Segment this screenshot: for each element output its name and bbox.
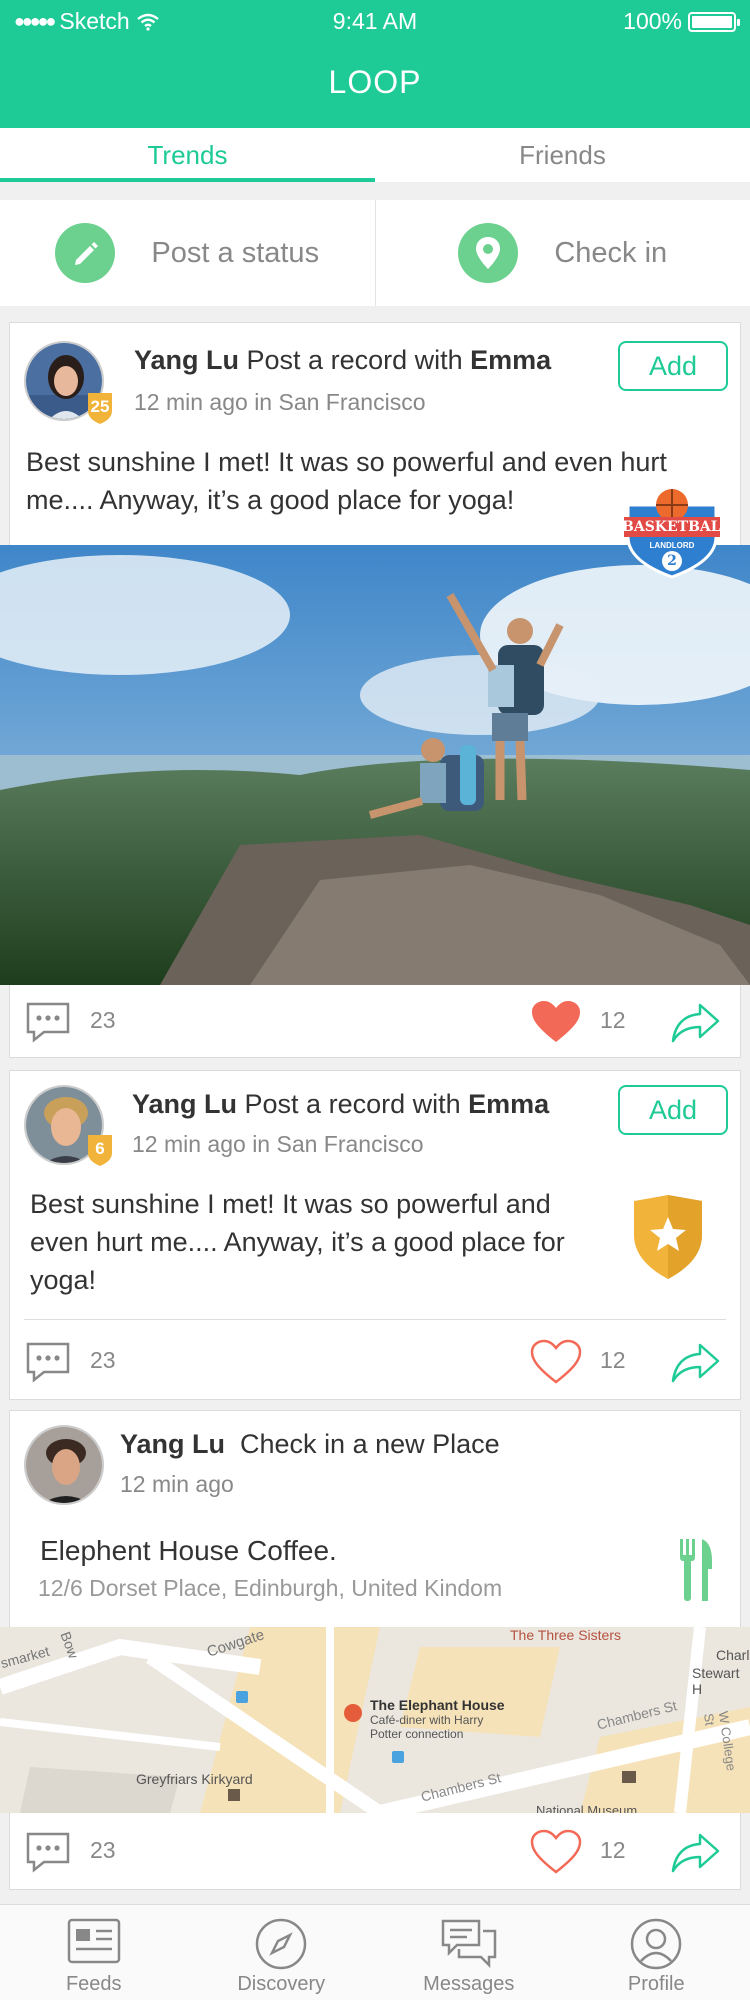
level-badge: 6 bbox=[84, 1133, 116, 1167]
like-count: 12 bbox=[600, 1837, 626, 1863]
battery-icon bbox=[688, 11, 740, 32]
post-footer: 23 12 bbox=[10, 1325, 740, 1399]
map-label: Greyfriars Kirkyard bbox=[136, 1771, 253, 1787]
post-text: Best sunshine I met! It was so powerful … bbox=[30, 1189, 565, 1295]
post-author: Yang Lu Check in a new Place bbox=[120, 1429, 500, 1459]
action-bar: Post a status Check in bbox=[0, 200, 750, 306]
place-address: 12/6 Dorset Place, Edinburgh, United Kin… bbox=[38, 1575, 503, 1601]
app-title: LOOP bbox=[328, 64, 422, 100]
comment-count: 23 bbox=[90, 1007, 116, 1033]
map-label: Potter connection bbox=[370, 1727, 464, 1741]
comment-count: 23 bbox=[90, 1347, 116, 1373]
feeds-icon bbox=[0, 1917, 188, 1973]
status-bar: ●●●●● Sketch 9:41 AM 100% bbox=[0, 8, 750, 38]
bottom-tab-bar: Feeds Discovery Messages Profile bbox=[0, 1904, 750, 2000]
post-photo[interactable] bbox=[0, 545, 750, 985]
tab-messages[interactable]: Messages bbox=[375, 1905, 563, 2000]
post-footer: 23 12 bbox=[10, 985, 740, 1059]
avatar[interactable] bbox=[24, 1425, 104, 1505]
pencil-icon bbox=[55, 223, 116, 283]
heart-icon[interactable] bbox=[530, 1339, 582, 1390]
post-meta: 12 min ago bbox=[120, 1471, 234, 1497]
compass-icon bbox=[188, 1917, 376, 1973]
post-footer: 23 12 bbox=[10, 1815, 740, 1889]
tab-trends[interactable]: Trends bbox=[0, 128, 375, 182]
tab-discovery[interactable]: Discovery bbox=[188, 1905, 376, 2000]
map[interactable]: Cowgate Bow smarket The Three Sisters Ch… bbox=[0, 1627, 750, 1813]
profile-icon bbox=[563, 1917, 750, 1973]
checkin-card: Yang Lu Check in a new Place 12 min ago … bbox=[0, 1410, 750, 1890]
basketball-badge: BASKETBALL LANDLORD 2 bbox=[622, 485, 730, 579]
top-tabs: Trends Friends bbox=[0, 128, 750, 182]
share-icon[interactable] bbox=[670, 1341, 722, 1388]
tab-feeds[interactable]: Feeds bbox=[0, 1905, 188, 2000]
comment-icon[interactable] bbox=[24, 1340, 72, 1389]
post-meta: 12 min ago in San Francisco bbox=[132, 1131, 424, 1157]
like-count: 12 bbox=[600, 1347, 626, 1373]
map-label: National Museum bbox=[536, 1803, 638, 1813]
add-button[interactable]: Add bbox=[618, 341, 728, 391]
level-badge: 25 bbox=[84, 391, 116, 425]
battery: 100% bbox=[623, 8, 740, 35]
post-author: Yang Lu Post a record with Emma bbox=[132, 1089, 550, 1119]
messages-icon bbox=[375, 1917, 563, 1973]
location-pin-icon bbox=[458, 223, 519, 283]
post-text: Best sunshine I met! It was so powerful … bbox=[26, 447, 667, 515]
post-meta: 12 min ago in San Francisco bbox=[134, 389, 426, 415]
post-card: 25 Yang Lu Post a record with Emma 12 mi… bbox=[0, 322, 750, 1059]
app-header: ●●●●● Sketch 9:41 AM 100% LOOP bbox=[0, 0, 750, 128]
share-icon[interactable] bbox=[670, 1831, 722, 1878]
comment-icon[interactable] bbox=[24, 1830, 72, 1879]
post-status-label: Post a status bbox=[151, 236, 320, 269]
post-status-button[interactable]: Post a status bbox=[0, 200, 376, 306]
restaurant-icon bbox=[678, 1539, 714, 1606]
comment-icon[interactable] bbox=[24, 1000, 72, 1049]
map-label: Café-diner with Harry bbox=[370, 1713, 484, 1727]
check-in-label: Check in bbox=[554, 236, 668, 269]
share-icon[interactable] bbox=[670, 1001, 722, 1048]
heart-icon[interactable] bbox=[530, 1829, 582, 1880]
check-in-button[interactable]: Check in bbox=[376, 200, 750, 306]
battery-percent: 100% bbox=[623, 8, 682, 34]
tab-profile[interactable]: Profile bbox=[563, 1905, 750, 2000]
map-label: The Three Sisters bbox=[510, 1627, 622, 1643]
post-author: Yang Lu Post a record with Emma bbox=[134, 345, 552, 375]
heart-icon[interactable] bbox=[530, 999, 582, 1050]
map-label: The Elephant House bbox=[370, 1697, 505, 1713]
place-name[interactable]: Elephent House Coffee. bbox=[40, 1535, 337, 1567]
star-shield-icon bbox=[630, 1195, 706, 1284]
map-label: Charl bbox=[716, 1647, 750, 1663]
map-label: Stewart H bbox=[692, 1665, 740, 1697]
tab-friends[interactable]: Friends bbox=[375, 128, 750, 182]
divider bbox=[24, 1319, 726, 1320]
comment-count: 23 bbox=[90, 1837, 116, 1863]
like-count: 12 bbox=[600, 1007, 626, 1033]
add-button[interactable]: Add bbox=[618, 1085, 728, 1135]
post-card: 6 Yang Lu Post a record with Emma 12 min… bbox=[9, 1070, 741, 1400]
